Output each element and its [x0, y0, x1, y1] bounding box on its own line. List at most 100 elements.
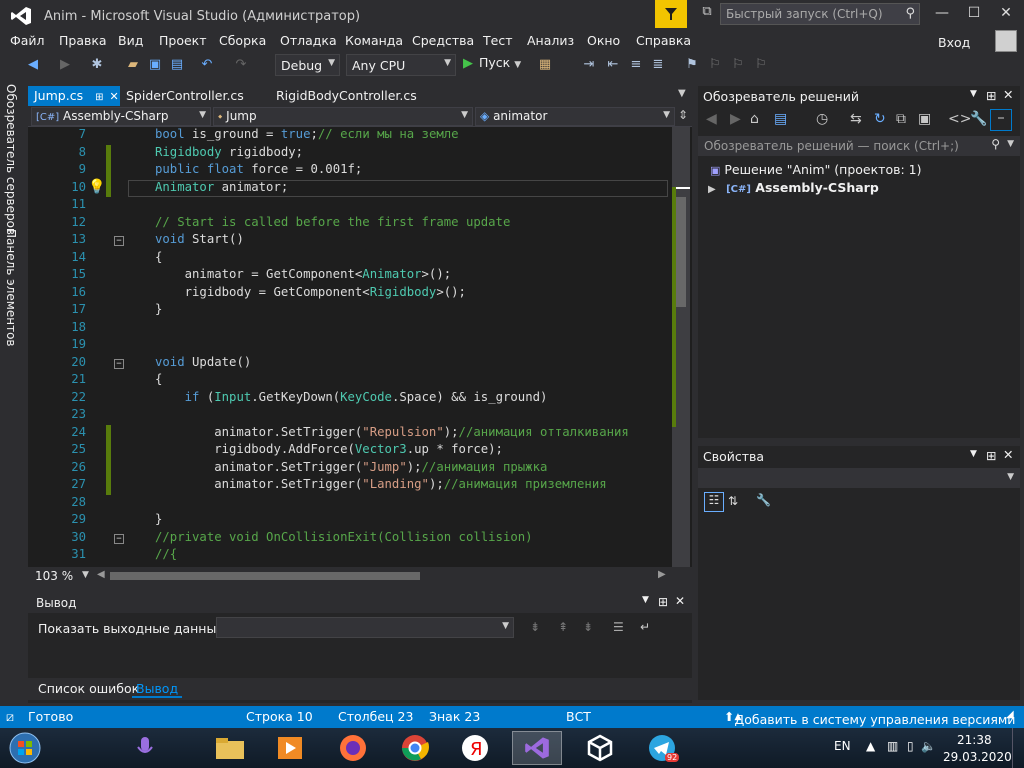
account-avatar-icon[interactable]	[995, 30, 1017, 52]
collapse-icon[interactable]: −	[114, 358, 124, 369]
code-view-icon[interactable]: <>	[948, 111, 971, 127]
close-button[interactable]: ✕	[992, 5, 1020, 25]
close-icon[interactable]: ✕	[675, 594, 685, 608]
collapse-all-icon[interactable]: ⧉	[896, 111, 906, 127]
code-line[interactable]: 10 Animator animator;	[28, 179, 678, 197]
menu-tools[interactable]: Средства	[412, 33, 474, 48]
code-line[interactable]: 31 //{	[28, 547, 678, 565]
window-position-icon[interactable]: ▼	[642, 595, 649, 605]
new-project-icon[interactable]: ✱	[88, 56, 106, 74]
step-into-icon[interactable]: ⇥	[580, 56, 598, 74]
unity-icon[interactable]	[575, 731, 625, 765]
bookmark-icon[interactable]: ⚑	[683, 56, 701, 74]
clear-bookmarks-icon[interactable]: ⚐	[752, 56, 770, 74]
window-position-icon[interactable]: ▼	[970, 449, 977, 459]
toolbox-tab[interactable]: Панель элементов	[4, 229, 18, 347]
tab-output[interactable]: Вывод	[132, 681, 183, 698]
file-explorer-icon[interactable]	[205, 731, 255, 765]
code-line[interactable]: 8 Rigidbody rigidbody;	[28, 144, 678, 162]
menu-build[interactable]: Сборка	[219, 33, 266, 48]
code-line[interactable]: 22 if (Input.GetKeyDown(KeyCode.Space) &…	[28, 390, 678, 408]
code-line[interactable]: 21 {	[28, 372, 678, 390]
find-message-icon[interactable]: ⇟	[530, 620, 540, 634]
show-hidden-icons-icon[interactable]: ▲	[866, 739, 875, 753]
menu-window[interactable]: Окно	[587, 33, 620, 48]
go-previous-icon[interactable]: ⇞	[558, 620, 568, 634]
solution-configuration-select[interactable]: Debug ▼	[275, 54, 340, 76]
code-line[interactable]: 25 rigidbody.AddForce(Vector3.up * force…	[28, 442, 678, 460]
property-pages-icon[interactable]: 🔧	[756, 493, 771, 507]
editor-vertical-scrollbar[interactable]	[672, 127, 690, 567]
close-icon[interactable]: ✕	[1003, 447, 1013, 462]
zoom-dropdown-icon[interactable]: ▼	[82, 570, 89, 580]
navigate-back-icon[interactable]: ◀	[24, 56, 42, 74]
solution-search-input[interactable]: Обозреватель решений — поиск (Ctrl+;) ⚲ …	[698, 136, 1020, 156]
start-debugging-button[interactable]: ▶ Пуск ▼	[463, 55, 521, 71]
clock-date[interactable]: 29.03.2020	[943, 750, 1012, 764]
tab-error-list[interactable]: Список ошибок	[34, 681, 143, 696]
menu-test[interactable]: Тест	[483, 33, 512, 48]
project-dropdown[interactable]: [C#] Assembly-CSharp ▼	[31, 107, 211, 126]
code-line[interactable]: 15 animator = GetComponent<Animator>();	[28, 267, 678, 285]
categorized-icon[interactable]: ☷	[704, 492, 724, 512]
code-line[interactable]: 28	[28, 495, 678, 513]
alphabetical-icon[interactable]: ⇅	[728, 494, 738, 508]
network-icon[interactable]: ▥	[887, 739, 898, 753]
code-line[interactable]: 14 {	[28, 250, 678, 268]
pin-icon[interactable]: ⊞	[95, 92, 103, 103]
zoom-level[interactable]: 103 %	[35, 569, 73, 583]
minimize-button[interactable]: —	[928, 5, 956, 25]
collapse-icon[interactable]: −	[114, 533, 124, 544]
pin-icon[interactable]: ⊞	[986, 88, 996, 103]
code-editor[interactable]: 7 bool is_ground = true;// если мы на зем…	[28, 127, 692, 567]
search-options-icon[interactable]: ▼	[1007, 139, 1014, 149]
maximize-button[interactable]: ☐	[960, 5, 988, 25]
member-dropdown[interactable]: ◈ animator ▼	[475, 107, 675, 126]
quick-launch-input[interactable]: Быстрый запуск (Ctrl+Q) ⚲	[720, 3, 920, 25]
class-dropdown[interactable]: ⬩ Jump ▼	[213, 107, 473, 126]
code-line[interactable]: 18	[28, 320, 678, 338]
properties-icon[interactable]: 🔧	[970, 111, 987, 127]
tab-rigidbodycontroller-cs[interactable]: RigidBodyController.cs	[270, 86, 423, 106]
tab-spidercontroller-cs[interactable]: SpiderController.cs	[120, 86, 250, 106]
open-file-icon[interactable]: ▰	[124, 56, 142, 74]
refresh-icon[interactable]: ↻	[874, 111, 886, 127]
solution-node[interactable]: ▣ Решение "Anim" (проектов: 1)	[710, 162, 922, 177]
notifications-icon[interactable]: ◢	[1006, 709, 1014, 720]
feedback-flag-icon[interactable]	[655, 0, 687, 28]
menu-view[interactable]: Вид	[118, 33, 143, 48]
show-all-files-icon[interactable]: ▣	[918, 111, 931, 127]
code-line[interactable]: 23	[28, 407, 678, 425]
code-line[interactable]: 7 bool is_ground = true;// если мы на зем…	[28, 127, 678, 145]
code-line[interactable]: 9 public float force = 0.001f;	[28, 162, 678, 180]
comment-icon[interactable]: ≡	[627, 56, 645, 74]
close-icon[interactable]: ✕	[1003, 87, 1013, 102]
expand-icon[interactable]: ▶	[708, 184, 716, 195]
chrome-icon[interactable]	[390, 731, 440, 765]
go-next-icon[interactable]: ⇟	[583, 620, 593, 634]
volume-icon[interactable]: 🔈	[921, 739, 936, 753]
window-position-icon[interactable]: ▼	[970, 89, 977, 99]
uncomment-icon[interactable]: ≣	[649, 56, 667, 74]
tab-jump-cs[interactable]: Jump.cs ⊞ ✕	[28, 86, 120, 106]
navigate-forward-icon[interactable]: ▶	[56, 56, 74, 74]
project-node[interactable]: ▶ [C#] Assembly-CSharp	[708, 180, 879, 195]
collapse-icon[interactable]: −	[114, 236, 124, 246]
code-line[interactable]: 29}	[28, 512, 678, 530]
forward-icon[interactable]: ▶	[730, 111, 741, 127]
object-selector[interactable]: ▼	[698, 468, 1020, 488]
save-all-icon[interactable]: ▤	[168, 56, 186, 74]
switch-views-icon[interactable]: ▤	[774, 111, 787, 127]
solution-platform-select[interactable]: Any CPU ▼	[346, 54, 456, 76]
code-line[interactable]: 13 − void Start()	[28, 232, 678, 250]
horizontal-scroll-thumb[interactable]	[110, 572, 420, 580]
visual-studio-taskbar-icon[interactable]	[512, 731, 562, 765]
code-line[interactable]: 19	[28, 337, 678, 355]
undo-icon[interactable]: ↶	[198, 56, 216, 74]
send-feedback-icon[interactable]: ⧉	[697, 4, 717, 24]
lightbulb-icon[interactable]: 💡	[88, 179, 105, 195]
code-line[interactable]: 16 rigidbody = GetComponent<Rigidbody>()…	[28, 285, 678, 303]
show-desktop-button[interactable]	[1012, 728, 1024, 768]
windows-start-button[interactable]	[2, 731, 48, 765]
battery-icon[interactable]: ▯	[907, 739, 914, 753]
